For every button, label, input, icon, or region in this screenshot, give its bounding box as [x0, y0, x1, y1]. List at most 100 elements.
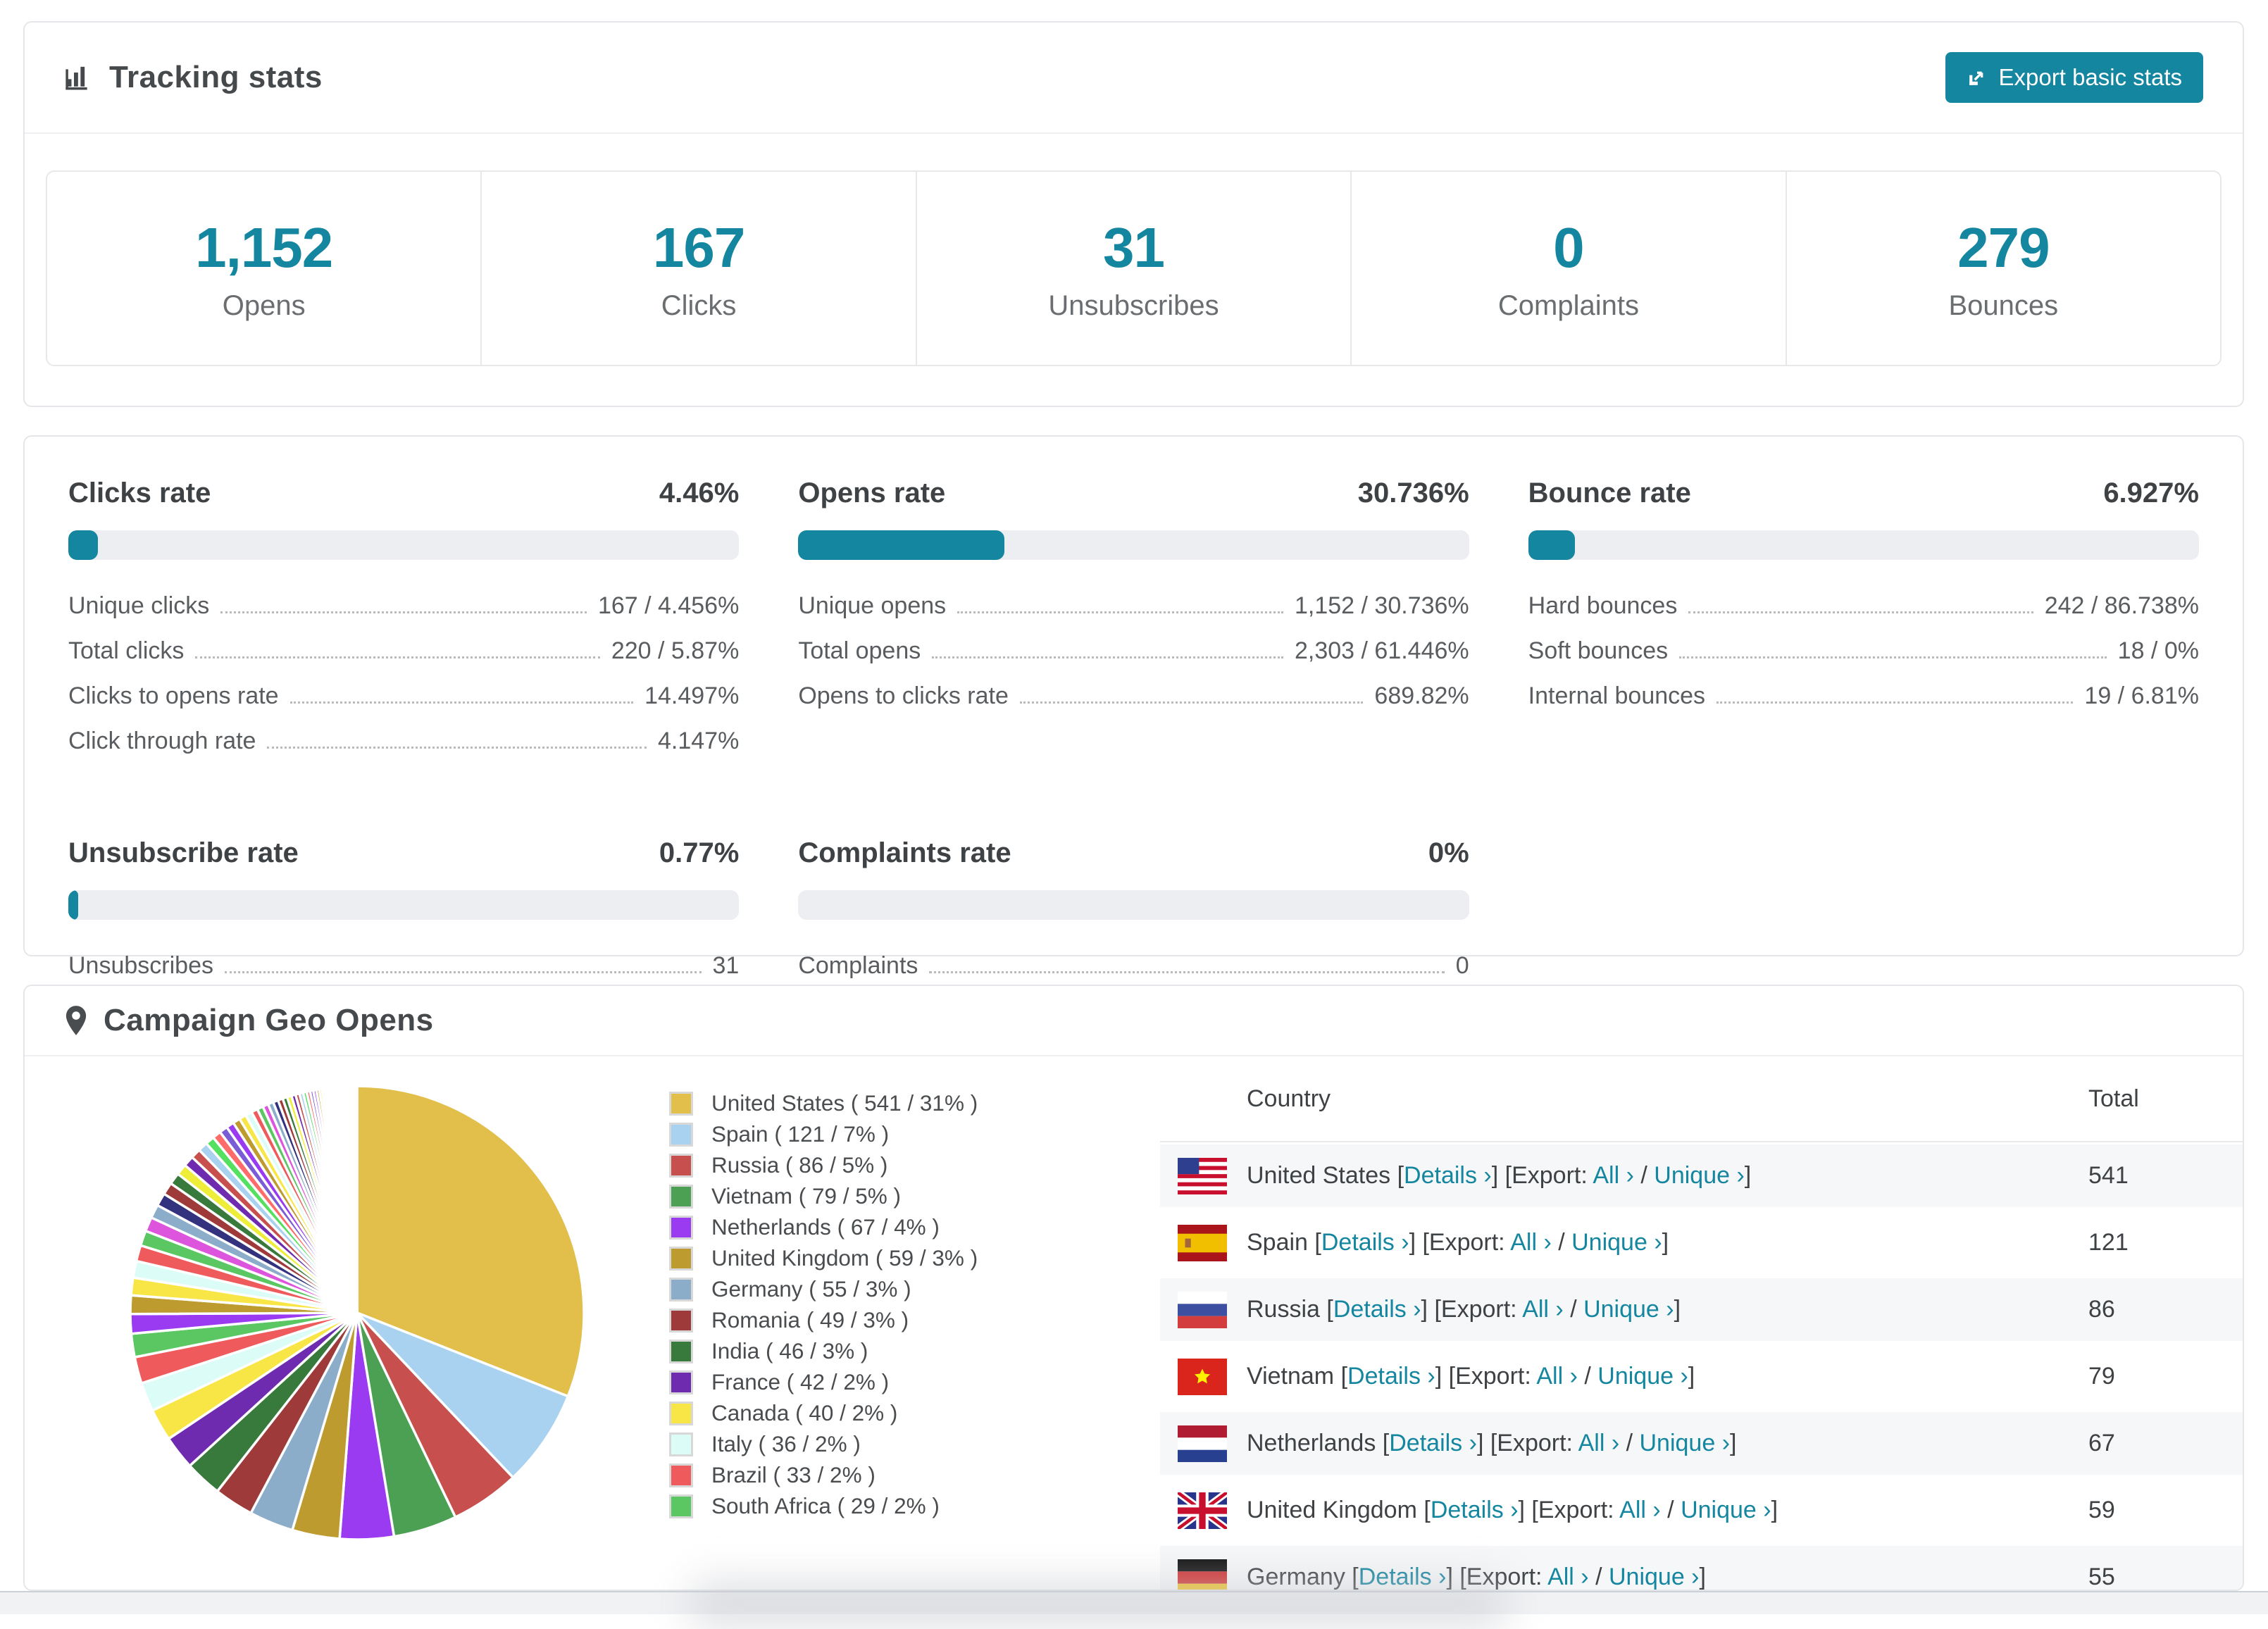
rate-block-opens-rate: Opens rate30.736%Unique opens1,152 / 30.… [798, 478, 1469, 773]
column-header-country: Country [1247, 1085, 2088, 1113]
details-link[interactable]: Details › [1389, 1430, 1477, 1456]
details-link[interactable]: Details › [1333, 1296, 1421, 1323]
legend-label: Germany ( 55 / 3% ) [711, 1276, 911, 1302]
rate-row: Total clicks220 / 5.87% [68, 637, 739, 665]
legend-swatch [669, 1494, 693, 1518]
details-link[interactable]: Details › [1347, 1363, 1435, 1390]
legend-item-united-kingdom[interactable]: United Kingdom ( 59 / 3% ) [669, 1245, 978, 1271]
export-all-link[interactable]: All › [1522, 1296, 1564, 1323]
country-cell: United Kingdom [Details ›] [Export: All … [1247, 1497, 2088, 1524]
details-link[interactable]: Details › [1431, 1497, 1519, 1523]
dotted-leader [225, 971, 702, 973]
footer-haze [690, 1580, 1507, 1629]
legend-swatch [669, 1154, 693, 1178]
geo-title: Campaign Geo Opens [104, 1003, 434, 1038]
legend-item-brazil[interactable]: Brazil ( 33 / 2% ) [669, 1462, 978, 1488]
details-link[interactable]: Details › [1321, 1229, 1409, 1256]
bar-chart-icon [64, 63, 94, 92]
export-icon [1967, 67, 1988, 88]
legend-swatch [669, 1309, 693, 1332]
export-unique-link[interactable]: Unique › [1609, 1564, 1700, 1590]
flag-es-icon [1178, 1225, 1227, 1261]
export-unique-link[interactable]: Unique › [1583, 1296, 1674, 1323]
legend-swatch [669, 1123, 693, 1147]
rate-row: Total opens2,303 / 61.446% [798, 637, 1469, 665]
export-all-link[interactable]: All › [1547, 1564, 1589, 1590]
legend-item-vietnam[interactable]: Vietnam ( 79 / 5% ) [669, 1183, 978, 1209]
progress-bar [68, 890, 739, 920]
export-all-link[interactable]: All › [1578, 1430, 1620, 1456]
dotted-leader [195, 656, 599, 659]
legend-item-canada[interactable]: Canada ( 40 / 2% ) [669, 1400, 978, 1426]
rate-row: Internal bounces19 / 6.81% [1528, 682, 2199, 710]
total-cell: 121 [2088, 1229, 2243, 1256]
map-pin-icon [64, 1005, 88, 1036]
tracking-stats-card: Tracking stats Export basic stats 1,152O… [23, 21, 2244, 407]
progress-bar [798, 530, 1469, 560]
rate-value: 0% [1428, 837, 1469, 869]
legend-item-south-africa[interactable]: South Africa ( 29 / 2% ) [669, 1493, 978, 1519]
total-cell: 541 [2088, 1162, 2243, 1190]
legend-item-spain[interactable]: Spain ( 121 / 7% ) [669, 1121, 978, 1147]
legend-label: Vietnam ( 79 / 5% ) [711, 1183, 901, 1209]
stat-label: Bounces [1787, 290, 2220, 322]
legend-label: France ( 42 / 2% ) [711, 1369, 889, 1395]
geo-content: United States ( 541 / 31% ) Spain ( 121 /… [25, 1056, 2243, 1591]
geo-table-row-nl: Netherlands [Details ›] [Export: All › /… [1160, 1410, 2243, 1477]
export-label: Export: [1512, 1162, 1588, 1189]
progress-bar-fill [68, 890, 78, 920]
dotted-leader [932, 656, 1283, 659]
dotted-leader [1716, 701, 2073, 704]
legend-label: South Africa ( 29 / 2% ) [711, 1493, 940, 1519]
progress-bar-fill [798, 530, 1004, 560]
export-unique-link[interactable]: Unique › [1640, 1430, 1731, 1456]
stat-label: Unsubscribes [917, 290, 1350, 322]
rate-block-clicks-rate: Clicks rate4.46%Unique clicks167 / 4.456… [68, 478, 739, 773]
export-basic-stats-button[interactable]: Export basic stats [1945, 52, 2203, 103]
rate-row: Unique clicks167 / 4.456% [68, 592, 739, 620]
export-label: Export: [1538, 1497, 1614, 1523]
legend-item-united-states[interactable]: United States ( 541 / 31% ) [669, 1090, 978, 1116]
legend-item-italy[interactable]: Italy ( 36 / 2% ) [669, 1431, 978, 1457]
export-all-link[interactable]: All › [1619, 1497, 1661, 1523]
rate-block-unsubscribe-rate: Unsubscribe rate0.77%Unsubscribes31 [68, 837, 739, 997]
stat-value: 31 [917, 216, 1350, 280]
stat-label: Clicks [482, 290, 915, 322]
legend-swatch [669, 1278, 693, 1302]
rate-row: Clicks to opens rate14.497% [68, 682, 739, 710]
legend-swatch [669, 1463, 693, 1487]
stat-cell-clicks: 167Clicks [480, 172, 915, 365]
export-unique-link[interactable]: Unique › [1681, 1497, 1771, 1523]
export-unique-link[interactable]: Unique › [1571, 1229, 1662, 1256]
dotted-leader [290, 701, 634, 704]
stat-cell-complaints: 0Complaints [1350, 172, 1785, 365]
legend-item-india[interactable]: India ( 46 / 3% ) [669, 1338, 978, 1364]
country-cell: Russia [Details ›] [Export: All › / Uniq… [1247, 1296, 2088, 1323]
legend-item-romania[interactable]: Romania ( 49 / 3% ) [669, 1307, 978, 1333]
export-unique-link[interactable]: Unique › [1597, 1363, 1688, 1390]
country-name: Vietnam [1247, 1363, 1334, 1390]
progress-bar [798, 890, 1469, 920]
legend-item-germany[interactable]: Germany ( 55 / 3% ) [669, 1276, 978, 1302]
rate-title: Complaints rate [798, 837, 1011, 869]
export-all-link[interactable]: All › [1593, 1162, 1634, 1189]
legend-item-netherlands[interactable]: Netherlands ( 67 / 4% ) [669, 1214, 978, 1240]
export-all-link[interactable]: All › [1536, 1363, 1578, 1390]
stat-cell-unsubscribes: 31 Unsubscribes [916, 172, 1350, 365]
flag-gb-icon [1178, 1492, 1227, 1529]
details-link[interactable]: Details › [1404, 1162, 1492, 1189]
export-label: Export: [1429, 1229, 1505, 1256]
export-all-link[interactable]: All › [1510, 1229, 1552, 1256]
geo-table-header: Country Total [1160, 1056, 2243, 1142]
progress-bar [68, 530, 739, 560]
export-unique-link[interactable]: Unique › [1654, 1162, 1745, 1189]
rate-row: Complaints0 [798, 952, 1469, 980]
dotted-leader [1020, 701, 1364, 704]
legend-item-russia[interactable]: Russia ( 86 / 5% ) [669, 1152, 978, 1178]
legend-label: Netherlands ( 67 / 4% ) [711, 1214, 940, 1240]
rate-row: Hard bounces242 / 86.738% [1528, 592, 2199, 620]
legend-item-france[interactable]: France ( 42 / 2% ) [669, 1369, 978, 1395]
country-name: United Kingdom [1247, 1497, 1417, 1523]
stat-label: Complaints [1352, 290, 1785, 322]
dotted-leader [929, 971, 1444, 973]
